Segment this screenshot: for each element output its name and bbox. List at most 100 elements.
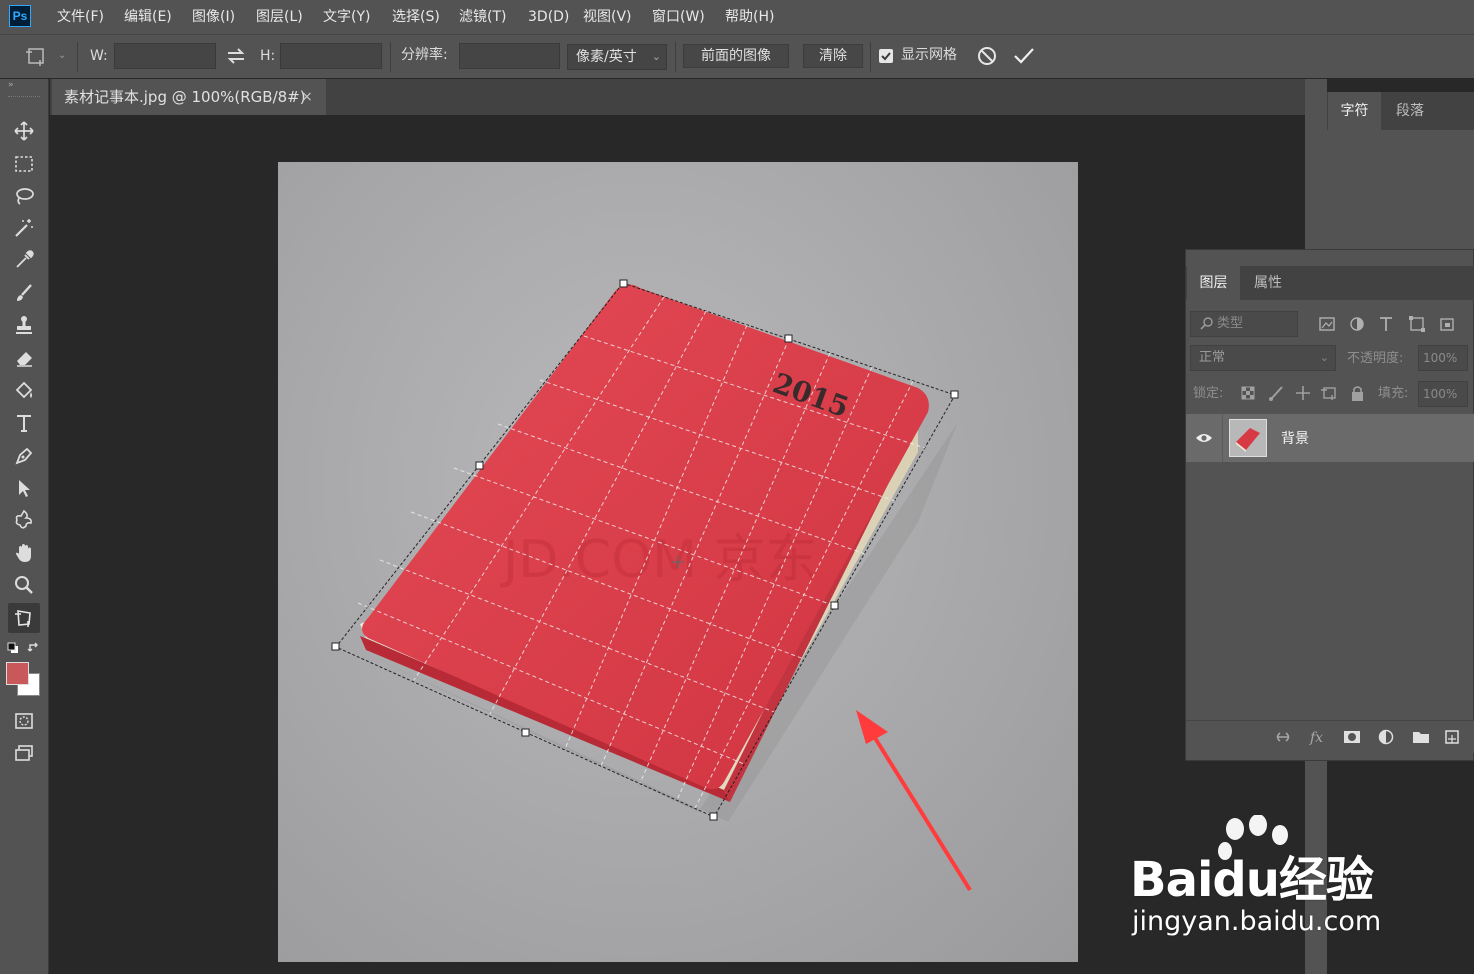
chevron-down-icon: ⌄: [1319, 351, 1329, 364]
hand-tool-icon[interactable]: [8, 538, 40, 568]
lasso-tool-icon[interactable]: [8, 181, 40, 211]
menu-view[interactable]: 视图(V): [583, 0, 632, 34]
path-selection-tool-icon[interactable]: [8, 473, 40, 503]
eraser-tool-icon[interactable]: [8, 343, 40, 373]
layers-footer-icons: fx: [1274, 727, 1464, 747]
screen-mode-icon[interactable]: [8, 738, 40, 768]
filter-type-icon[interactable]: [1380, 317, 1392, 331]
layer-style-fx-icon[interactable]: fx: [1309, 730, 1323, 746]
opacity-label: 不透明度:: [1347, 351, 1404, 366]
new-group-folder-icon[interactable]: [1413, 732, 1429, 743]
fill-input[interactable]: 100%: [1418, 381, 1468, 407]
default-colors-icon[interactable]: [6, 641, 20, 655]
divider: [390, 42, 391, 72]
lock-label: 锁定:: [1193, 386, 1224, 401]
filter-smart-object-icon[interactable]: [1440, 318, 1454, 331]
width-label: W:: [90, 48, 108, 64]
magic-wand-tool-icon[interactable]: [8, 213, 40, 243]
divider: [675, 42, 676, 72]
paint-bucket-tool-icon[interactable]: [8, 376, 40, 406]
menu-window[interactable]: 窗口(W): [652, 0, 705, 34]
baidu-paw-icon: [1215, 814, 1300, 890]
clear-button[interactable]: 清除: [803, 44, 863, 68]
layer-filter-icons: [1319, 315, 1469, 333]
baidu-jingyan-url: jingyan.baidu.com: [1132, 906, 1382, 937]
perspective-crop-tool-preset-icon[interactable]: [24, 44, 52, 70]
menu-file[interactable]: 文件(F): [57, 0, 104, 34]
fill-label: 填充:: [1378, 386, 1409, 401]
show-grid-checkbox[interactable]: [879, 49, 893, 63]
width-input[interactable]: [114, 43, 216, 69]
toolbar-grip[interactable]: [8, 96, 40, 100]
cancel-icon[interactable]: [976, 45, 998, 67]
new-layer-icon[interactable]: [1445, 730, 1459, 744]
lock-transparent-pixels-icon[interactable]: [1241, 386, 1255, 400]
link-layers-icon[interactable]: [1276, 732, 1290, 742]
filter-placeholder: 类型: [1217, 316, 1244, 331]
blend-mode-select[interactable]: 正常 ⌄: [1190, 345, 1336, 371]
move-tool-icon[interactable]: [8, 116, 40, 146]
filter-adjustment-icon[interactable]: [1350, 317, 1364, 331]
height-input[interactable]: [280, 43, 382, 69]
swap-colors-icon[interactable]: [27, 641, 41, 655]
layer-thumbnail[interactable]: [1229, 419, 1267, 457]
zoom-tool-icon[interactable]: [8, 570, 40, 600]
add-mask-icon[interactable]: [1344, 731, 1360, 743]
units-value: 像素/英寸: [576, 49, 637, 65]
menu-help[interactable]: 帮助(H): [725, 0, 774, 34]
search-icon: [1200, 316, 1214, 330]
swap-width-height-icon[interactable]: [225, 46, 247, 66]
show-grid-label: 显示网格: [901, 47, 957, 63]
tab-properties[interactable]: 属性: [1242, 266, 1294, 300]
menu-type[interactable]: 文字(Y): [323, 0, 370, 34]
lock-icons: [1240, 384, 1370, 402]
lock-position-icon[interactable]: [1296, 386, 1310, 400]
resolution-units-select[interactable]: 像素/英寸 ⌄: [567, 44, 667, 70]
lock-image-pixels-icon[interactable]: [1269, 386, 1283, 401]
menu-image[interactable]: 图像(I): [192, 0, 235, 34]
menu-filter[interactable]: 滤镜(T): [459, 0, 506, 34]
height-label: H:: [260, 48, 276, 64]
foreground-color-swatch[interactable]: [6, 662, 29, 685]
filter-pixel-icon[interactable]: [1319, 317, 1335, 331]
eye-visibility-icon[interactable]: [1194, 429, 1214, 447]
divider: [870, 42, 871, 72]
opacity-input[interactable]: 100%: [1418, 345, 1468, 371]
menu-layer[interactable]: 图层(L): [256, 0, 303, 34]
document-tab-title[interactable]: 素材记事本.jpg @ 100%(RGB/8#): [64, 79, 306, 115]
front-image-button[interactable]: 前面的图像: [683, 44, 789, 68]
commit-checkmark-icon[interactable]: [1012, 45, 1036, 67]
chevron-down-icon: ⌄: [651, 50, 661, 63]
tab-layers[interactable]: 图层: [1187, 266, 1240, 300]
brush-tool-icon[interactable]: [8, 278, 40, 308]
resolution-input[interactable]: [459, 43, 560, 69]
menu-edit[interactable]: 编辑(E): [124, 0, 172, 34]
layer-name[interactable]: 背景: [1281, 428, 1309, 448]
blend-mode-value: 正常: [1199, 350, 1226, 365]
tab-paragraph[interactable]: 段落: [1383, 92, 1437, 130]
clone-stamp-tool-icon[interactable]: [8, 310, 40, 340]
tab-character[interactable]: 字符: [1328, 92, 1381, 130]
photoshop-logo-icon: Ps: [9, 5, 31, 27]
adjustment-layer-icon[interactable]: [1378, 729, 1394, 745]
filter-shape-icon[interactable]: [1409, 316, 1425, 332]
type-tool-icon[interactable]: [8, 408, 40, 438]
perspective-crop-tool-icon[interactable]: [8, 603, 40, 633]
annotation-arrow-icon: [856, 710, 972, 892]
menu-3d[interactable]: 3D(D): [528, 0, 569, 34]
custom-shape-tool-icon[interactable]: [8, 505, 40, 535]
lock-artboard-icon[interactable]: [1321, 387, 1336, 400]
eyedropper-tool-icon[interactable]: [8, 245, 40, 275]
lock-all-icon[interactable]: [1352, 386, 1363, 401]
divider: [1222, 414, 1223, 462]
close-tab-icon[interactable]: ×: [301, 79, 313, 115]
pen-tool-icon[interactable]: [8, 441, 40, 471]
divider: [77, 42, 78, 72]
collapse-chevrons-icon[interactable]: »: [8, 80, 14, 90]
quick-mask-icon[interactable]: [8, 706, 40, 736]
marquee-tool-icon[interactable]: [8, 149, 40, 179]
faint-image-watermark: JD.COM 京东: [500, 530, 818, 590]
menu-select[interactable]: 选择(S): [392, 0, 440, 34]
preset-chevron-down-icon[interactable]: ⌄: [58, 50, 66, 61]
resolution-label: 分辨率:: [401, 47, 448, 63]
